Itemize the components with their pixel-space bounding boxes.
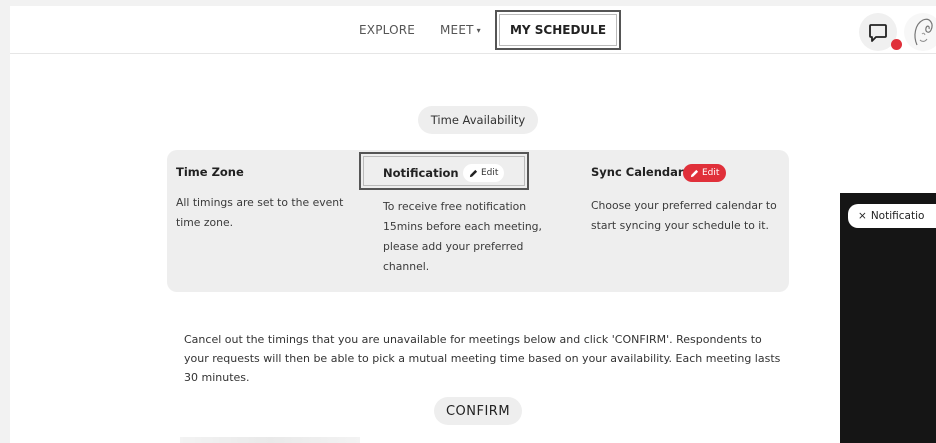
pencil-icon	[469, 169, 478, 177]
sync-calendar-edit-label: Edit	[702, 168, 720, 178]
schedule-instructions: Cancel out the timings that you are unav…	[184, 333, 781, 384]
notification-title: Notification	[383, 166, 459, 180]
notification-toast-label: Notificatio	[870, 210, 925, 222]
window-frame-left	[0, 0, 10, 443]
pencil-icon	[690, 169, 699, 177]
nav-explore-label: EXPLORE	[359, 23, 416, 37]
timezone-description: All timings are set to the event time zo…	[176, 196, 344, 229]
notification-edit-button[interactable]: Edit	[463, 164, 505, 182]
nav-my-schedule[interactable]: MY SCHEDULE	[495, 10, 621, 50]
chevron-down-icon: ▾	[476, 26, 481, 35]
sync-calendar-edit-button[interactable]: Edit	[683, 164, 727, 182]
time-availability-label: Time Availability	[430, 113, 526, 127]
close-icon[interactable]: ×	[858, 210, 867, 222]
user-avatar[interactable]	[903, 12, 936, 52]
sync-calendar-description: Choose your preferred calendar to start …	[591, 199, 777, 232]
timezone-title: Time Zone	[176, 165, 244, 179]
nav-explore[interactable]: EXPLORE	[359, 23, 415, 37]
partial-row-hint	[180, 437, 360, 443]
top-navigation-bar: EXPLORE MEET ▾ MY SCHEDULE	[10, 6, 936, 54]
settings-card: Time Zone All timings are set to the eve…	[167, 150, 789, 292]
notification-description: To receive free notification 15mins befo…	[383, 200, 542, 273]
time-availability-chip: Time Availability	[418, 106, 538, 134]
nav-meet-dropdown[interactable]: MEET ▾	[440, 23, 481, 37]
confirm-button[interactable]: CONFIRM	[434, 397, 522, 425]
confirm-label: CONFIRM	[445, 403, 511, 419]
avatar-sketch-icon	[904, 13, 936, 51]
nav-my-schedule-label: MY SCHEDULE	[509, 23, 607, 37]
status-dot	[891, 39, 902, 50]
nav-meet-label: MEET	[440, 23, 474, 37]
notification-edit-label: Edit	[481, 168, 499, 178]
notification-side-panel	[840, 193, 936, 443]
sync-calendar-title: Sync Calendar	[591, 165, 684, 179]
notification-toast[interactable]: × Notificatio	[848, 204, 936, 228]
